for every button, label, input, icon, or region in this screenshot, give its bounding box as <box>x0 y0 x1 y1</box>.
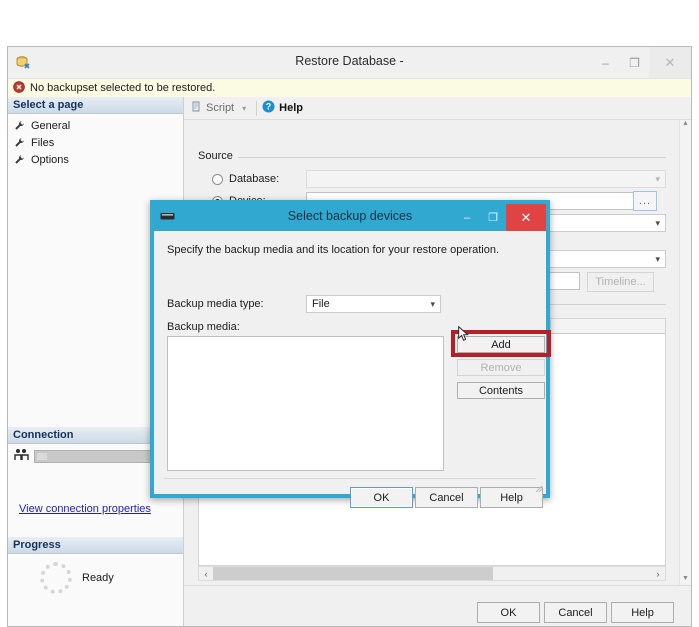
sidebar-item-label: General <box>31 120 70 132</box>
screen: Restore Database - – ❐ ✕ No backupset se… <box>0 0 699 627</box>
script-button[interactable]: Script <box>190 101 234 116</box>
progress-header: Progress <box>8 537 183 554</box>
ok-button[interactable]: OK <box>477 602 540 623</box>
select-backup-devices-dialog: Select backup devices – ❐ ✕ Specify the … <box>150 200 550 498</box>
spinner-icon <box>40 562 72 594</box>
scroll-left-arrow-icon[interactable]: ‹ <box>199 569 213 579</box>
add-button[interactable]: Add <box>457 336 545 353</box>
sidebar-item-general[interactable]: General <box>14 118 183 133</box>
device-browse-button[interactable]: ... <box>633 191 657 211</box>
source-database-combo[interactable]: ▾ <box>306 170 666 188</box>
backup-media-type-value: File <box>312 298 330 310</box>
dialog-minimize-button[interactable]: – <box>454 204 480 231</box>
progress-row: Ready <box>8 554 183 594</box>
script-icon <box>190 101 202 116</box>
resize-grip-icon[interactable] <box>535 484 543 492</box>
scroll-thumb[interactable] <box>213 567 493 580</box>
scroll-track[interactable] <box>213 567 651 580</box>
main-window-controls: – ❐ ✕ <box>591 47 691 78</box>
sidebar-item-files[interactable]: Files <box>14 135 183 150</box>
dialog-description: Specify the backup media and its locatio… <box>167 244 499 256</box>
sidebar-item-label: Files <box>31 137 54 149</box>
error-message-text: No backupset selected to be restored. <box>30 82 215 94</box>
backup-media-listbox[interactable] <box>167 336 444 471</box>
main-window-title: Restore Database - <box>8 54 691 68</box>
chevron-down-icon: ▾ <box>655 254 660 265</box>
dialog-window-controls: – ❐ ✕ <box>454 204 546 231</box>
maximize-button[interactable]: ❐ <box>620 47 649 78</box>
chevron-down-icon: ▾ <box>655 218 660 229</box>
wrench-icon <box>14 137 25 148</box>
backup-media-type-combo[interactable]: File ▾ <box>306 295 441 313</box>
view-connection-properties-link[interactable]: View connection properties <box>19 503 151 515</box>
chevron-down-icon: ▾ <box>655 174 660 185</box>
remove-button[interactable]: Remove <box>457 359 545 376</box>
sidebar-item-label: Options <box>31 154 69 166</box>
source-legend: Source <box>198 150 238 162</box>
error-message-bar: No backupset selected to be restored. <box>8 79 691 98</box>
error-icon <box>13 81 25 96</box>
database-radio-row[interactable]: Database: <box>212 170 279 188</box>
select-a-page-header: Select a page <box>8 97 183 114</box>
progress-section: Progress Ready <box>8 537 183 594</box>
database-radio[interactable] <box>212 174 223 185</box>
minimize-button[interactable]: – <box>591 47 620 78</box>
close-button[interactable]: ✕ <box>649 47 691 78</box>
help-button[interactable]: ? Help <box>262 100 303 116</box>
toolbar-divider <box>256 101 257 116</box>
dialog-titlebar: Select backup devices – ❐ ✕ <box>154 204 546 231</box>
scroll-up-arrow-icon[interactable]: ▲ <box>680 120 691 131</box>
dialog-cancel-button[interactable]: Cancel <box>415 487 478 508</box>
help-footer-button[interactable]: Help <box>611 602 674 623</box>
dialog-ok-button[interactable]: OK <box>350 487 413 508</box>
backup-media-label: Backup media: <box>167 321 240 333</box>
scroll-right-arrow-icon[interactable]: › <box>651 569 665 579</box>
dialog-maximize-button[interactable]: ❐ <box>480 204 506 231</box>
cancel-button[interactable]: Cancel <box>544 602 607 623</box>
dialog-body: Specify the backup media and its locatio… <box>154 231 546 494</box>
grid-horizontal-scrollbar[interactable]: ‹ › <box>198 566 666 581</box>
dialog-divider <box>164 478 536 479</box>
contents-button[interactable]: Contents <box>457 382 545 399</box>
backup-media-type-label: Backup media type: <box>167 298 264 310</box>
timeline-button[interactable]: Timeline... <box>587 272 654 292</box>
script-label: Script <box>206 102 234 114</box>
page-vertical-scrollbar[interactable]: ▲ ▼ <box>679 120 691 586</box>
progress-status-text: Ready <box>82 572 114 584</box>
chevron-down-icon: ▾ <box>430 299 435 310</box>
chevron-down-icon[interactable]: ▾ <box>242 104 246 113</box>
sidebar-item-options[interactable]: Options <box>14 152 183 167</box>
database-radio-label: Database: <box>229 173 279 185</box>
dialog-help-button[interactable]: Help <box>480 487 543 508</box>
wrench-icon <box>14 120 25 131</box>
groupbox-rule <box>198 157 666 158</box>
page-list: General Files <box>8 114 183 167</box>
svg-text:?: ? <box>266 102 272 112</box>
main-toolbar: Script ▾ ? Help <box>184 97 691 120</box>
help-label: Help <box>279 102 303 114</box>
help-question-icon: ? <box>262 100 275 116</box>
main-footer: OK Cancel Help <box>184 585 691 626</box>
connection-users-icon <box>14 448 29 464</box>
wrench-icon <box>14 154 25 165</box>
dialog-close-button[interactable]: ✕ <box>506 204 546 231</box>
main-titlebar: Restore Database - – ❐ ✕ <box>8 47 691 79</box>
